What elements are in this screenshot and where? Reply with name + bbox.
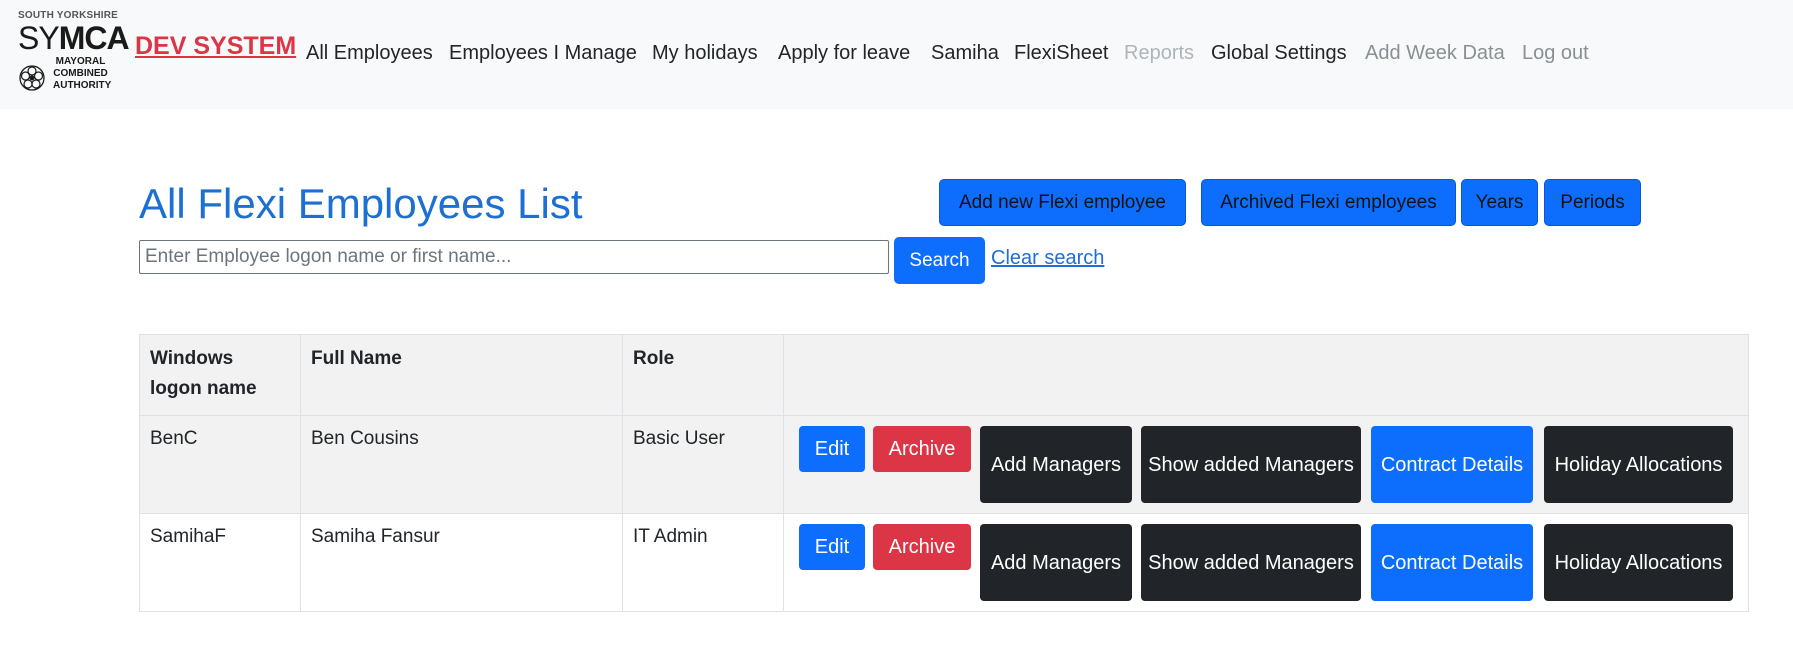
clear-search-link[interactable]: Clear search <box>991 247 1104 270</box>
logo-subtitle: MAYORAL COMBINED AUTHORITY <box>53 56 112 91</box>
add-managers-button[interactable]: Add Managers <box>980 524 1132 601</box>
nav-add-week-data[interactable]: Add Week Data <box>1365 41 1505 65</box>
table-row: BenC Ben Cousins Basic User Edit Archive… <box>139 415 1749 514</box>
nav-log-out[interactable]: Log out <box>1522 41 1589 65</box>
employees-table: Windows logon name Full Name Role BenC B… <box>139 334 1749 612</box>
nav-my-holidays[interactable]: My holidays <box>652 41 758 65</box>
search-input[interactable] <box>139 240 889 274</box>
table-row: SamihaF Samiha Fansur IT Admin Edit Arch… <box>139 513 1749 612</box>
cell-actions: Edit Archive Add Managers Show added Man… <box>783 513 1749 612</box>
header-actions <box>783 334 1749 416</box>
nav-employees-i-manage[interactable]: Employees I Manage <box>449 41 637 65</box>
nav-reports[interactable]: Reports <box>1124 41 1194 65</box>
cell-actions: Edit Archive Add Managers Show added Man… <box>783 415 1749 514</box>
show-added-managers-button[interactable]: Show added Managers <box>1141 524 1361 601</box>
archive-button[interactable]: Archive <box>873 524 971 570</box>
years-button[interactable]: Years <box>1461 179 1538 226</box>
nav-all-employees[interactable]: All Employees <box>306 41 433 65</box>
logo-main-text: SYMCA <box>18 20 130 56</box>
header-role: Role <box>622 334 784 416</box>
navbar: SOUTH YORKSHIRE SYMCA MAYORAL COMBINED A… <box>0 0 1793 109</box>
add-new-flexi-employee-button[interactable]: Add new Flexi employee <box>939 179 1186 226</box>
cell-role: Basic User <box>622 415 784 514</box>
nav-apply-for-leave[interactable]: Apply for leave <box>778 41 910 65</box>
table-header-row: Windows logon name Full Name Role <box>139 334 1749 416</box>
cell-full-name: Ben Cousins <box>300 415 623 514</box>
show-added-managers-button[interactable]: Show added Managers <box>1141 426 1361 503</box>
contract-details-button[interactable]: Contract Details <box>1371 426 1533 503</box>
search-button[interactable]: Search <box>894 237 985 284</box>
holiday-allocations-button[interactable]: Holiday Allocations <box>1544 524 1733 601</box>
nav-global-settings[interactable]: Global Settings <box>1211 41 1347 65</box>
cell-logon: SamihaF <box>139 513 301 612</box>
brand-dev-system[interactable]: DEV SYSTEM <box>135 32 296 61</box>
cell-role: IT Admin <box>622 513 784 612</box>
header-windows-logon-name: Windows logon name <box>139 334 301 416</box>
add-managers-button[interactable]: Add Managers <box>980 426 1132 503</box>
contract-details-button[interactable]: Contract Details <box>1371 524 1533 601</box>
cell-logon: BenC <box>139 415 301 514</box>
page-title: All Flexi Employees List <box>139 180 583 227</box>
edit-button[interactable]: Edit <box>799 426 865 472</box>
archived-flexi-employees-button[interactable]: Archived Flexi employees <box>1201 179 1456 226</box>
nav-flexisheet[interactable]: FlexiSheet <box>1014 41 1109 65</box>
periods-button[interactable]: Periods <box>1544 179 1641 226</box>
edit-button[interactable]: Edit <box>799 524 865 570</box>
cell-full-name: Samiha Fansur <box>300 513 623 612</box>
rose-icon <box>19 65 45 91</box>
header-full-name: Full Name <box>300 334 623 416</box>
archive-button[interactable]: Archive <box>873 426 971 472</box>
nav-samiha[interactable]: Samiha <box>931 41 999 65</box>
holiday-allocations-button[interactable]: Holiday Allocations <box>1544 426 1733 503</box>
symca-logo[interactable]: SOUTH YORKSHIRE SYMCA MAYORAL COMBINED A… <box>18 10 130 96</box>
